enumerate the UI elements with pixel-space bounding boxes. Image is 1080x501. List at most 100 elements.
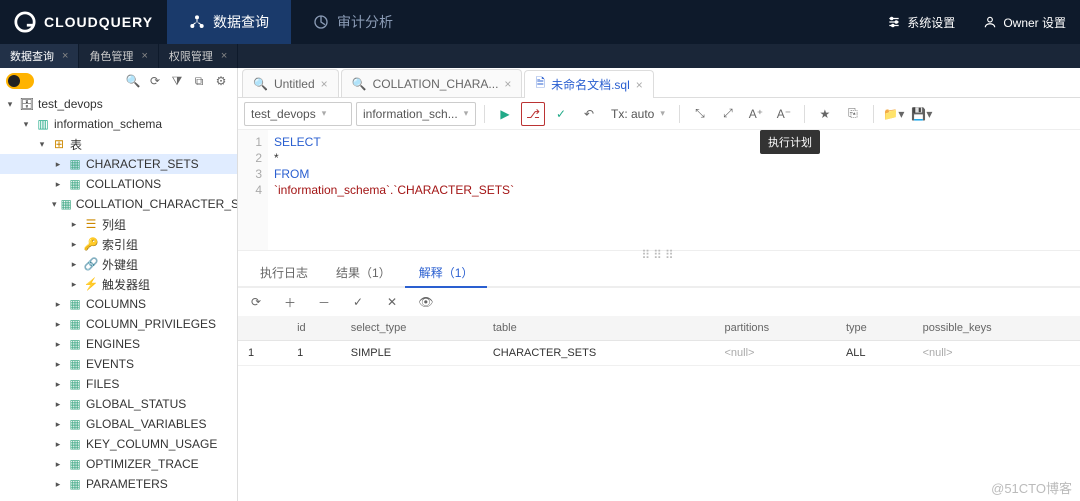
clipboard-icon[interactable]: ⎘	[841, 102, 865, 126]
close-icon[interactable]: ×	[141, 50, 147, 62]
filter-icon[interactable]: ⧩	[167, 71, 187, 91]
explain-button[interactable]: ⎇	[521, 102, 545, 126]
tree-table-item[interactable]: ▸▦COLUMN_PRIVILEGES	[0, 314, 237, 334]
tree-table-item[interactable]: ▸▦EVENTS	[0, 354, 237, 374]
schema-select[interactable]: information_sch...▾	[356, 102, 476, 126]
tree-sub-item[interactable]: ▸🔑索引组	[0, 234, 237, 254]
tree-sub-item[interactable]: ▸🔗外键组	[0, 254, 237, 274]
tree-table-item[interactable]: ▸▦ENGINES	[0, 334, 237, 354]
plus-icon[interactable]: ＋	[280, 292, 300, 312]
tree-table-item[interactable]: ▸▦OPTIMIZER_TRACE	[0, 454, 237, 474]
expand-icon[interactable]: ⤢	[716, 102, 740, 126]
sec-tab-perm[interactable]: 权限管理×	[159, 44, 238, 68]
tree-table-item[interactable]: ▸▦GLOBAL_STATUS	[0, 394, 237, 414]
close-icon[interactable]: ×	[636, 78, 643, 92]
table-icon: ▦	[68, 397, 82, 411]
table-icon: ▦	[68, 457, 82, 471]
tree-schema[interactable]: ▾▥information_schema	[0, 114, 237, 134]
table-icon: ▦	[68, 357, 82, 371]
gear-icon[interactable]: ⚙	[211, 71, 231, 91]
table-icon: ▦	[68, 437, 82, 451]
column-header[interactable]: table	[483, 316, 715, 341]
result-tab-result[interactable]: 结果（1）	[322, 257, 405, 287]
editor-tab[interactable]: 🔍COLLATION_CHARA...×	[341, 69, 523, 97]
close-icon[interactable]: ×	[62, 50, 68, 62]
save-icon[interactable]: 💾▾	[910, 102, 934, 126]
column-header[interactable]: possible_keys	[913, 316, 1080, 341]
db-select[interactable]: test_devops▾	[244, 102, 352, 126]
owner-settings-link[interactable]: Owner 设置	[969, 14, 1080, 31]
column-header[interactable]: id	[287, 316, 341, 341]
database-icon: 🗄	[20, 97, 34, 111]
divider	[873, 105, 874, 123]
sidebar: 🔍 ⟳ ⧩ ⧉ ⚙ ▾🗄test_devops ▾▥information_sc…	[0, 68, 238, 501]
editor-tab[interactable]: 🔍Untitled×	[242, 69, 339, 97]
run-button[interactable]: ▶	[493, 102, 517, 126]
copy-icon[interactable]: ⧉	[189, 71, 209, 91]
font-inc-icon[interactable]: A⁺	[744, 102, 768, 126]
rollback-button[interactable]: ↶	[577, 102, 601, 126]
result-tab-log[interactable]: 执行日志	[246, 257, 322, 287]
table-icon: ▦	[68, 297, 82, 311]
refresh-icon[interactable]: ⟳	[145, 71, 165, 91]
tree-sub-item[interactable]: ▸☰列组	[0, 214, 237, 234]
sec-tab-role[interactable]: 角色管理×	[79, 44, 158, 68]
tree-table-item[interactable]: ▸▦PARAMETERS	[0, 474, 237, 494]
close-icon[interactable]: ×	[221, 50, 227, 62]
column-header[interactable]: partitions	[715, 316, 836, 341]
search-icon[interactable]: 🔍	[123, 71, 143, 91]
group-icon: ☰	[84, 217, 98, 231]
minus-icon[interactable]: －	[314, 292, 334, 312]
tree-table-item[interactable]: ▾▦COLLATION_CHARACTER_SET	[0, 194, 237, 214]
system-settings-link[interactable]: 系统设置	[873, 14, 969, 31]
x-icon[interactable]: ✕	[382, 292, 402, 312]
check-icon[interactable]: ✓	[348, 292, 368, 312]
close-icon[interactable]: ×	[504, 77, 511, 91]
editor-tab[interactable]: 🗎未命名文档.sql×	[524, 70, 653, 98]
divider	[679, 105, 680, 123]
column-header[interactable]	[238, 316, 287, 341]
collapse-icon[interactable]: ⤡	[688, 102, 712, 126]
star-icon[interactable]: ★	[813, 102, 837, 126]
tree-table-item[interactable]: ▸▦FILES	[0, 374, 237, 394]
tree-db-root[interactable]: ▾🗄test_devops	[0, 94, 237, 114]
column-header[interactable]: type	[836, 316, 913, 341]
top-tab-data-query[interactable]: 数据查询	[167, 0, 291, 44]
refresh-icon[interactable]: ⟳	[246, 292, 266, 312]
top-tab-audit[interactable]: 审计分析	[291, 0, 415, 44]
tree-table-item[interactable]: ▸▦COLUMNS	[0, 294, 237, 314]
tree-table-item[interactable]: ▸▦CHARACTER_SETS	[0, 154, 237, 174]
divider	[484, 105, 485, 123]
chevron-down-icon: ▾	[322, 108, 327, 119]
editor-area: 🔍Untitled× 🔍COLLATION_CHARA...× 🗎未命名文档.s…	[238, 68, 1080, 501]
code-content[interactable]: SELECT * FROM `information_schema`.`CHAR…	[268, 130, 1080, 250]
logo-icon	[14, 11, 36, 33]
close-icon[interactable]: ×	[321, 77, 328, 91]
column-header[interactable]: select_type	[341, 316, 483, 341]
sql-editor[interactable]: 1234 SELECT * FROM `information_schema`.…	[238, 130, 1080, 250]
watermark: @51CTO博客	[991, 478, 1072, 497]
brand-text: CLOUDQUERY	[44, 14, 153, 30]
editor-tab-bar: 🔍Untitled× 🔍COLLATION_CHARA...× 🗎未命名文档.s…	[238, 68, 1080, 98]
table-icon: ▦	[68, 337, 82, 351]
tree-table-item[interactable]: ▸▦KEY_COLUMN_USAGE	[0, 434, 237, 454]
font-dec-icon[interactable]: A⁻	[772, 102, 796, 126]
sec-tab-data-query[interactable]: 数据查询×	[0, 44, 79, 68]
table-icon: ▦	[68, 377, 82, 391]
secondary-tab-bar: 数据查询× 角色管理× 权限管理×	[0, 44, 1080, 68]
table-icon: ▦	[68, 177, 82, 191]
tree-table-item[interactable]: ▸▦GLOBAL_VARIABLES	[0, 414, 237, 434]
result-tab-explain[interactable]: 解释（1）	[405, 258, 488, 288]
sql-icon: 🔍	[253, 77, 268, 91]
tree-table-item[interactable]: ▸▦COLLATIONS	[0, 174, 237, 194]
theme-toggle[interactable]	[6, 73, 34, 89]
tx-select[interactable]: Tx: auto▾	[605, 102, 671, 126]
tree-tables[interactable]: ▾⊞表	[0, 134, 237, 154]
eye-icon[interactable]: 👁	[416, 292, 436, 312]
table-icon: ▦	[68, 477, 82, 491]
folder-icon[interactable]: 📁▾	[882, 102, 906, 126]
tree-sub-item[interactable]: ▸⚡触发器组	[0, 274, 237, 294]
table-row[interactable]: 1 1 SIMPLE CHARACTER_SETS <null> ALL <nu…	[238, 341, 1080, 366]
commit-button[interactable]: ✓	[549, 102, 573, 126]
table-icon: ▦	[68, 317, 82, 331]
